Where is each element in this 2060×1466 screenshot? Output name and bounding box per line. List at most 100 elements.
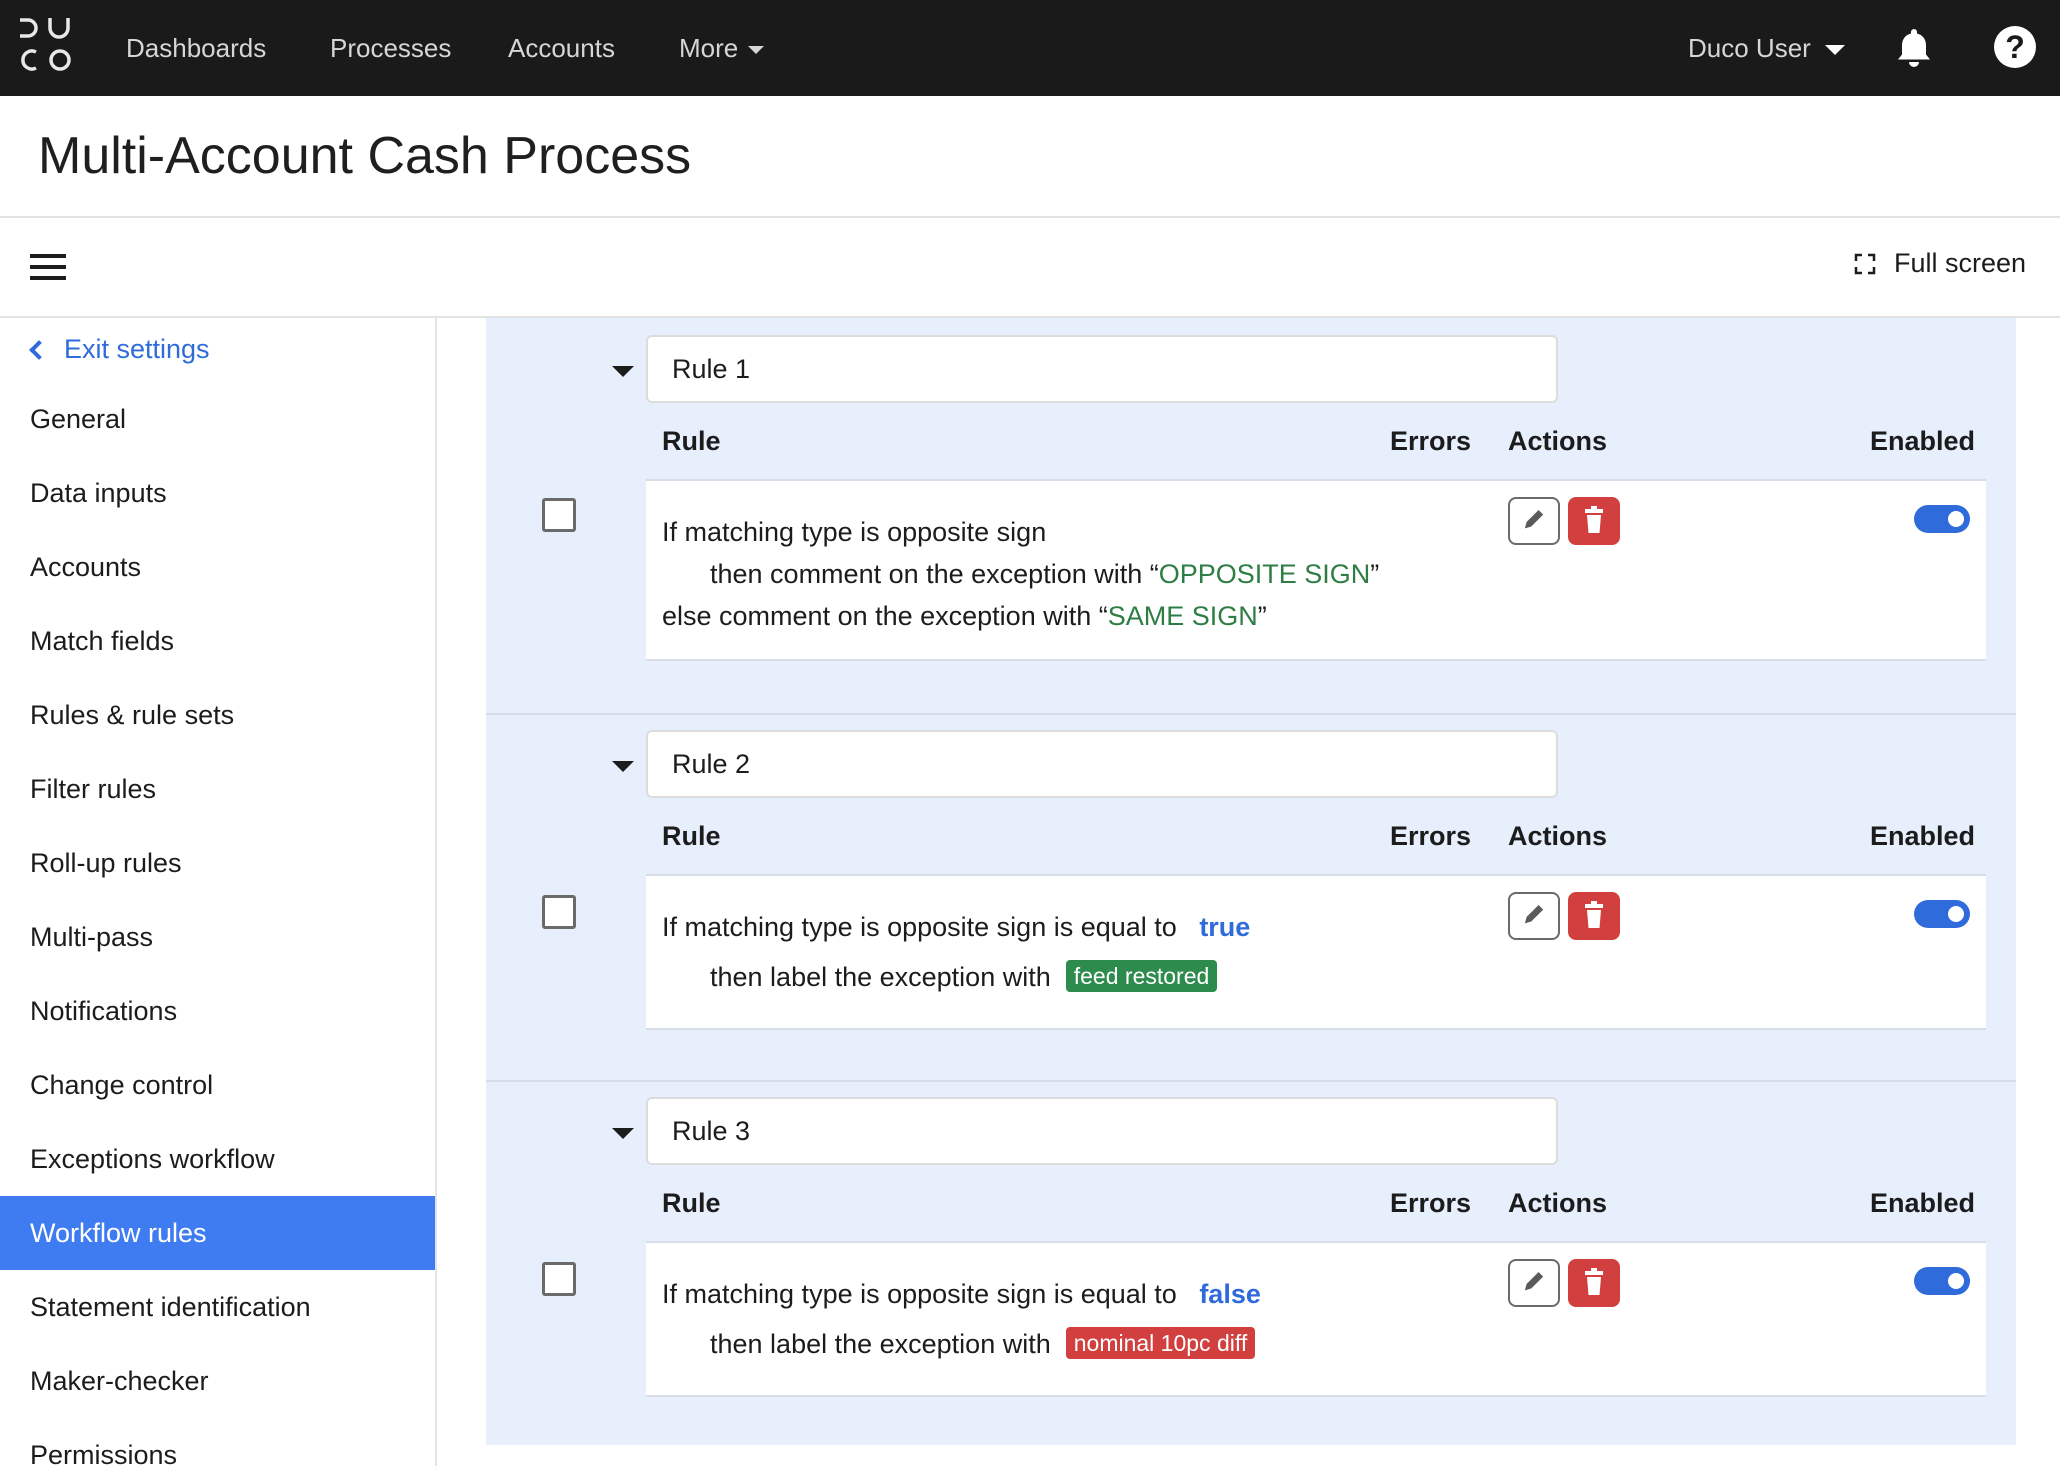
caret-down-icon[interactable]: [612, 366, 634, 377]
delete-rule-button[interactable]: [1568, 892, 1620, 940]
column-header-actions: Actions: [1508, 821, 1608, 851]
sidebar-item-notifications[interactable]: Notifications: [0, 974, 435, 1048]
else-suffix: ”: [1257, 601, 1267, 631]
duco-logo[interactable]: [16, 14, 76, 76]
hamburger-menu-icon[interactable]: [30, 254, 66, 280]
exit-settings-label: Exit settings: [64, 334, 210, 364]
sidebar-item-rules-rule-sets[interactable]: Rules & rule sets: [0, 678, 435, 752]
settings-sidebar: Exit settings General Data inputs Accoun…: [0, 318, 437, 1466]
user-menu[interactable]: Duco User: [1688, 0, 1845, 96]
condition-text: If matching type is opposite sign is equ…: [662, 1279, 1177, 1309]
trash-icon: [1585, 901, 1603, 928]
label-tag: feed restored: [1065, 960, 1218, 992]
pencil-icon: [1524, 510, 1544, 529]
user-name: Duco User: [1688, 33, 1811, 63]
page-title: Multi-Account Cash Process: [38, 127, 692, 185]
rule-if-line: If matching type is opposite sign is equ…: [662, 912, 1250, 943]
rule-enabled-toggle[interactable]: [1914, 505, 1970, 533]
rule-select-checkbox[interactable]: [542, 498, 576, 532]
top-nav-bar: Dashboards Processes Accounts More Duco …: [0, 0, 2060, 96]
column-header-errors: Errors: [1390, 426, 1472, 456]
edit-rule-button[interactable]: [1508, 892, 1560, 940]
trash-icon: [1585, 1268, 1603, 1295]
exit-settings-link[interactable]: Exit settings: [28, 334, 210, 365]
sidebar-item-maker-checker[interactable]: Maker-checker: [0, 1344, 435, 1418]
column-header-enabled: Enabled: [1870, 821, 1976, 851]
column-header-rule: Rule: [662, 821, 721, 851]
condition-value: false: [1199, 1279, 1261, 1309]
page-header: Multi-Account Cash Process: [0, 96, 2060, 218]
caret-down-icon[interactable]: [612, 1128, 634, 1139]
rule-if-line: If matching type is opposite sign: [662, 517, 1047, 547]
rule-then-line: then label the exception with feed resto…: [710, 960, 1218, 993]
rule-name-input[interactable]: [646, 335, 1558, 403]
sidebar-item-exceptions-workflow[interactable]: Exceptions workflow: [0, 1122, 435, 1196]
rule-select-checkbox[interactable]: [542, 895, 576, 929]
nav-more-label: More: [679, 33, 739, 63]
full-screen-label: Full screen: [1893, 248, 2026, 278]
condition-text: If matching type is opposite sign is equ…: [662, 912, 1177, 942]
column-header-actions: Actions: [1508, 1188, 1608, 1218]
rule-then-line: then label the exception with nominal 10…: [710, 1327, 1256, 1360]
column-header-enabled: Enabled: [1870, 426, 1976, 456]
full-screen-button[interactable]: Full screen: [1854, 248, 2026, 279]
column-header-actions: Actions: [1508, 426, 1608, 456]
comment-value: OPPOSITE SIGN: [1158, 559, 1371, 589]
sidebar-item-multi-pass[interactable]: Multi-pass: [0, 900, 435, 974]
then-text: then label the exception with: [710, 962, 1051, 992]
rule-row: If matching type is opposite sign is equ…: [646, 874, 1986, 1030]
rule-enabled-toggle[interactable]: [1914, 900, 1970, 928]
sidebar-item-workflow-rules[interactable]: Workflow rules: [0, 1196, 435, 1270]
delete-rule-button[interactable]: [1568, 1259, 1620, 1307]
rule-else-line: else comment on the exception with “SAME…: [662, 601, 1267, 632]
chevron-left-icon: [29, 339, 49, 360]
nav-more-dropdown[interactable]: More: [679, 0, 764, 96]
column-header-errors: Errors: [1390, 821, 1472, 851]
rule-block: Rule Errors Actions Enabled If matching …: [486, 1082, 2016, 1445]
nav-processes[interactable]: Processes: [330, 0, 451, 96]
sidebar-item-roll-up-rules[interactable]: Roll-up rules: [0, 826, 435, 900]
column-header-rule: Rule: [662, 426, 721, 456]
rule-name-input[interactable]: [646, 1097, 1558, 1165]
rule-row: If matching type is opposite sign is equ…: [646, 1241, 1986, 1397]
sidebar-item-general[interactable]: General: [0, 382, 435, 456]
column-header-errors: Errors: [1390, 1188, 1472, 1218]
sidebar-item-change-control[interactable]: Change control: [0, 1048, 435, 1122]
sidebar-item-accounts[interactable]: Accounts: [0, 530, 435, 604]
then-suffix: ”: [1370, 559, 1380, 589]
nav-dashboards[interactable]: Dashboards: [126, 0, 266, 96]
caret-down-icon[interactable]: [612, 761, 634, 772]
rule-block: Rule Errors Actions Enabled If matching …: [486, 318, 2016, 713]
rule-then-line: then comment on the exception with “OPPO…: [710, 559, 1379, 590]
workflow-rules-panel: Rule Errors Actions Enabled If matching …: [486, 318, 2016, 1445]
sidebar-item-filter-rules[interactable]: Filter rules: [0, 752, 435, 826]
else-prefix: else comment on the exception with “: [662, 601, 1108, 631]
trash-icon: [1585, 506, 1603, 533]
sidebar-item-permissions[interactable]: Permissions: [0, 1418, 435, 1466]
rule-row: If matching type is opposite sign then c…: [646, 479, 1986, 661]
column-header-rule: Rule: [662, 1188, 721, 1218]
pencil-icon: [1524, 905, 1544, 924]
column-header-enabled: Enabled: [1870, 1188, 1976, 1218]
rule-select-checkbox[interactable]: [542, 1262, 576, 1296]
edit-rule-button[interactable]: [1508, 1259, 1560, 1307]
condition-value: true: [1199, 912, 1251, 942]
then-text: then label the exception with: [710, 1329, 1051, 1359]
label-tag: nominal 10pc diff: [1065, 1327, 1256, 1359]
sidebar-item-data-inputs[interactable]: Data inputs: [0, 456, 435, 530]
rule-block: Rule Errors Actions Enabled If matching …: [486, 715, 2016, 1080]
sidebar-item-match-fields[interactable]: Match fields: [0, 604, 435, 678]
bell-icon[interactable]: [1896, 26, 1932, 68]
then-prefix: then comment on the exception with “: [710, 559, 1159, 589]
nav-accounts[interactable]: Accounts: [508, 0, 615, 96]
toolbar: Full screen: [0, 218, 2060, 318]
edit-rule-button[interactable]: [1508, 497, 1560, 545]
expand-icon: [1854, 253, 1876, 274]
sidebar-item-statement-identification[interactable]: Statement identification: [0, 1270, 435, 1344]
comment-value: SAME SIGN: [1107, 601, 1258, 631]
rule-name-input[interactable]: [646, 730, 1558, 798]
rule-if-line: If matching type is opposite sign is equ…: [662, 1279, 1261, 1310]
help-icon[interactable]: ?: [1994, 26, 2036, 68]
rule-enabled-toggle[interactable]: [1914, 1267, 1970, 1295]
delete-rule-button[interactable]: [1568, 497, 1620, 545]
